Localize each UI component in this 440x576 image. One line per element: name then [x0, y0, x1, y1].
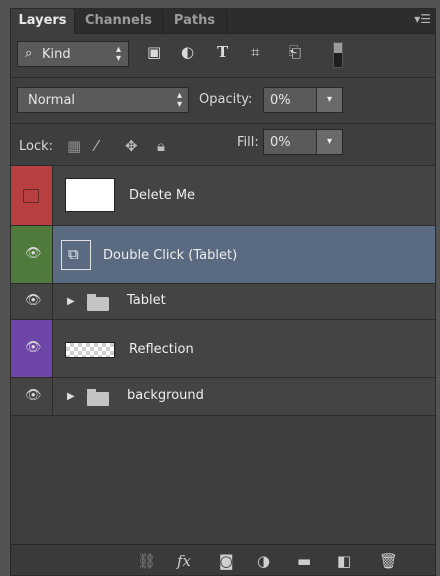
- divider: [11, 77, 435, 78]
- layer-row-reflection[interactable]: 👁︎ Reflection: [11, 320, 435, 378]
- lock-transparent-pixels-icon[interactable]: ▦: [67, 137, 81, 155]
- filter-kind-label: Kind: [42, 47, 71, 62]
- layer-row-tablet[interactable]: 👁︎ ▶ Tablet: [11, 284, 435, 320]
- filter-toggle-switch[interactable]: [333, 42, 343, 68]
- tab-layers[interactable]: Layers: [11, 9, 75, 34]
- lock-position-icon[interactable]: ✥: [125, 137, 138, 155]
- layer-thumbnail[interactable]: [65, 342, 115, 358]
- filter-type-layers-icon[interactable]: T: [217, 43, 228, 61]
- tab-channels[interactable]: Channels: [75, 9, 163, 33]
- visibility-toggle[interactable]: 👁︎: [11, 284, 53, 319]
- opacity-value: 0%: [270, 93, 291, 108]
- smart-object-thumbnail[interactable]: ⧉: [61, 240, 91, 270]
- fill-label: Fill:: [237, 135, 259, 150]
- opacity-input[interactable]: 0% ▾: [263, 87, 343, 113]
- tab-paths[interactable]: Paths: [163, 9, 227, 33]
- lock-label: Lock:: [19, 139, 54, 154]
- updown-chevron-icon: ▴ ▾: [115, 44, 121, 64]
- layer-thumbnail[interactable]: [65, 178, 115, 212]
- filter-toggle-knob: [334, 43, 342, 53]
- hidden-visibility-box-icon: [23, 189, 39, 203]
- new-adjustment-layer-icon[interactable]: ◑: [257, 552, 270, 570]
- layer-name[interactable]: Delete Me: [129, 188, 195, 203]
- lock-image-pixels-icon[interactable]: ⁄: [95, 137, 98, 155]
- link-layers-icon[interactable]: ⛓︎: [137, 552, 156, 570]
- filter-adjustment-layers-icon[interactable]: ◐: [181, 43, 194, 61]
- opacity-dropdown-button[interactable]: ▾: [316, 88, 342, 112]
- layer-row-double-click-tablet[interactable]: 👁︎ ⧉ Double Click (Tablet): [11, 226, 435, 284]
- filter-kind-dropdown[interactable]: ⌕ Kind ▴ ▾: [17, 41, 129, 67]
- opacity-label: Opacity:: [199, 92, 253, 107]
- layer-name[interactable]: Double Click (Tablet): [103, 248, 237, 263]
- panel-menu-icon[interactable]: ▾☰: [414, 12, 431, 26]
- filter-pixel-layers-icon[interactable]: ▣: [147, 43, 161, 61]
- new-layer-icon[interactable]: ◧: [337, 552, 351, 570]
- visibility-toggle[interactable]: [11, 166, 53, 225]
- new-group-icon[interactable]: ▬: [297, 552, 311, 570]
- eye-icon: 👁︎: [25, 340, 42, 355]
- blend-mode-dropdown[interactable]: Normal ▴ ▾: [17, 87, 189, 113]
- eye-icon: 👁︎: [25, 388, 42, 403]
- fill-dropdown-button[interactable]: ▾: [316, 130, 342, 154]
- visibility-toggle[interactable]: 👁︎: [11, 226, 53, 283]
- filter-smart-objects-icon[interactable]: ⎗: [289, 43, 301, 61]
- smart-object-icon: ⧉: [68, 245, 79, 263]
- layers-panel: Layers Channels Paths ▾☰ ⌕ Kind ▴ ▾ ▣ ◐ T…: [10, 8, 436, 576]
- divider: [11, 123, 435, 124]
- fx-layer-style-icon[interactable]: fx: [177, 552, 191, 570]
- add-mask-icon[interactable]: ◙: [219, 552, 234, 570]
- expand-arrow-icon[interactable]: ▶: [67, 391, 75, 402]
- folder-icon: [87, 294, 109, 311]
- updown-chevron-icon: ▴ ▾: [176, 90, 182, 110]
- layer-name[interactable]: Tablet: [127, 293, 166, 308]
- folder-icon: [87, 389, 109, 406]
- visibility-toggle[interactable]: 👁︎: [11, 378, 53, 415]
- layers-footer-toolbar: ⛓︎ fx ◙ ◑ ▬ ◧ 🗑︎: [11, 544, 435, 575]
- eye-icon: 👁︎: [25, 246, 42, 261]
- eye-icon: 👁︎: [25, 293, 42, 308]
- fill-input[interactable]: 0% ▾: [263, 129, 343, 155]
- panel-tab-bar: Layers Channels Paths ▾☰: [11, 9, 435, 34]
- search-icon: ⌕: [25, 46, 33, 61]
- layer-name[interactable]: Reflection: [129, 342, 194, 357]
- visibility-toggle[interactable]: 👁︎: [11, 320, 53, 377]
- filter-shape-layers-icon[interactable]: ⌗: [251, 43, 259, 61]
- fill-value: 0%: [270, 135, 291, 150]
- expand-arrow-icon[interactable]: ▶: [67, 296, 75, 307]
- layer-row-background[interactable]: 👁︎ ▶ background: [11, 378, 435, 416]
- blend-mode-value: Normal: [28, 93, 76, 108]
- layer-name[interactable]: background: [127, 388, 204, 403]
- layer-row-delete-me[interactable]: Delete Me: [11, 166, 435, 226]
- delete-layer-icon[interactable]: 🗑︎: [379, 552, 398, 570]
- lock-all-icon[interactable]: 🔒︎: [157, 137, 165, 155]
